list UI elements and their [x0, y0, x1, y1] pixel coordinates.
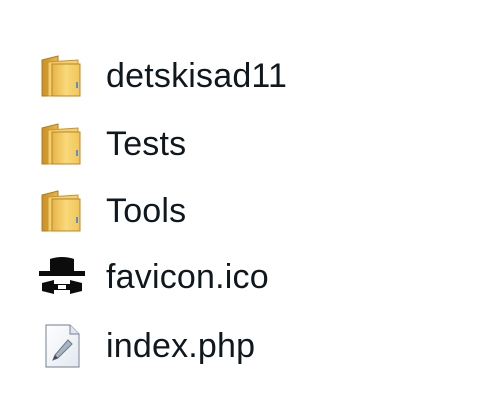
list-item-tools[interactable]: Tools: [38, 183, 458, 239]
list-item-index-php[interactable]: index.php: [38, 318, 458, 374]
item-name: index.php: [106, 327, 256, 365]
list-item-tests[interactable]: Tests: [38, 116, 458, 172]
folder-icon: [38, 187, 86, 235]
item-name: Tools: [106, 192, 187, 230]
list-item-detskisad11[interactable]: detskisad11: [38, 48, 458, 104]
item-name: favicon.ico: [106, 258, 269, 296]
item-name: detskisad11: [106, 57, 288, 95]
file-list: detskisad11 Tests Tools favicon.ico inde…: [0, 0, 482, 400]
list-item-favicon[interactable]: favicon.ico: [38, 249, 458, 305]
folder-icon: [38, 120, 86, 168]
php-file-icon: [38, 322, 86, 370]
spy-hat-icon: [38, 253, 86, 301]
folder-icon: [38, 52, 86, 100]
item-name: Tests: [106, 125, 187, 163]
